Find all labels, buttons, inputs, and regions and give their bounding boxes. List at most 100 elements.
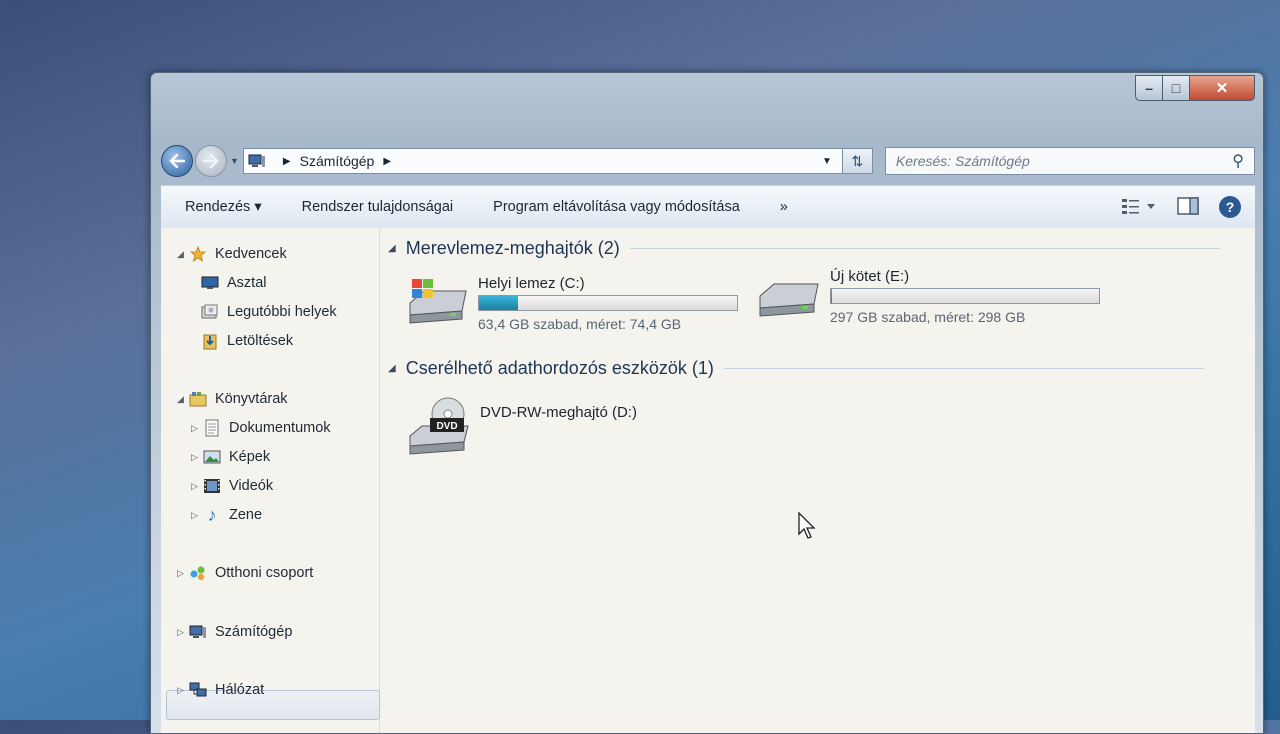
uninstall-program-button[interactable]: Program eltávolítása vagy módosítása bbox=[473, 199, 760, 215]
search-input[interactable]: Keresés: Számítógép ⚲ bbox=[884, 147, 1255, 175]
downloads-icon bbox=[201, 333, 219, 350]
nav-desktop-label: Asztal bbox=[227, 275, 267, 291]
expanded-arrow-icon[interactable]: ◢ bbox=[177, 249, 189, 260]
collapsed-arrow-icon[interactable]: ▷ bbox=[177, 627, 189, 638]
navigation-pane: ◢ Kedvencek Asztal Legutóbbi helyek Letö… bbox=[161, 228, 380, 733]
collapsed-arrow-icon[interactable]: ▷ bbox=[191, 481, 203, 492]
more-commands-button[interactable]: » bbox=[760, 199, 808, 215]
drive-usage-bar-e bbox=[830, 288, 1100, 304]
nav-libraries-label: Könyvtárak bbox=[215, 391, 288, 407]
collapsed-arrow-icon[interactable]: ▷ bbox=[191, 510, 203, 521]
group-divider bbox=[723, 368, 1204, 369]
recent-places-icon bbox=[201, 304, 219, 320]
music-note-icon: ♪ bbox=[207, 504, 217, 525]
nav-computer[interactable]: ▷ Számítógép bbox=[177, 624, 292, 640]
group-header-hdd[interactable]: ◢ Merevlemez-meghajtók (2) bbox=[388, 238, 1220, 259]
group-title-removable: Cserélhető adathordozós eszközök (1) bbox=[405, 358, 714, 378]
nav-music-label: Zene bbox=[229, 507, 263, 523]
computer-icon bbox=[189, 624, 207, 640]
refresh-button[interactable]: ⇅ bbox=[842, 148, 873, 174]
drive-usage-bar-c bbox=[478, 295, 738, 311]
film-icon bbox=[203, 478, 221, 494]
nav-recent-places[interactable]: Legutóbbi helyek bbox=[201, 304, 337, 320]
expanded-arrow-icon[interactable]: ◢ bbox=[177, 394, 189, 405]
drive-item-e[interactable]: Új kötet (E:) 297 GB szabad, méret: 298 … bbox=[756, 268, 1100, 325]
nav-homegroup-label: Otthoni csoport bbox=[215, 565, 314, 581]
nav-computer-label: Számítógép bbox=[215, 624, 293, 640]
breadcrumb-computer[interactable]: Számítógép bbox=[300, 153, 375, 169]
content-area: ◢ Kedvencek Asztal Legutóbbi helyek Letö… bbox=[161, 228, 1255, 733]
nav-network[interactable]: ▷ Hálózat bbox=[177, 682, 264, 698]
nav-videos-label: Videók bbox=[229, 478, 274, 494]
preview-pane-icon bbox=[1177, 196, 1199, 215]
dvd-drive-icon: DVD bbox=[409, 397, 469, 455]
view-options-icon bbox=[1122, 198, 1155, 214]
nav-favorites-label: Kedvencek bbox=[215, 246, 287, 262]
minimize-button[interactable]: – bbox=[1135, 75, 1163, 101]
system-properties-button[interactable]: Rendszer tulajdonságai bbox=[282, 199, 474, 215]
group-collapse-icon[interactable]: ◢ bbox=[388, 363, 396, 374]
drive-label-c: Helyi lemez (C:) bbox=[478, 275, 585, 292]
help-button[interactable]: ? bbox=[1219, 196, 1241, 218]
forward-button[interactable] bbox=[195, 145, 227, 177]
group-divider bbox=[629, 248, 1220, 249]
collapsed-arrow-icon[interactable]: ▷ bbox=[177, 568, 189, 579]
preview-pane-button[interactable] bbox=[1177, 196, 1199, 218]
close-button[interactable]: ✕ bbox=[1190, 75, 1255, 101]
dvd-badge-label: DVD bbox=[436, 421, 457, 432]
back-button[interactable] bbox=[161, 145, 193, 177]
nav-pictures-label: Képek bbox=[229, 449, 271, 465]
star-icon bbox=[189, 246, 207, 262]
nav-documents[interactable]: ▷ Dokumentumok bbox=[191, 419, 331, 437]
navigation-bar: ▼ ▶ Számítógép ▶ ▼ ⇅ Keresés: Számítógép… bbox=[161, 143, 1255, 179]
maximize-button[interactable]: □ bbox=[1163, 75, 1190, 101]
drive-item-c[interactable]: Helyi lemez (C:) 63,4 GB szabad, méret: … bbox=[406, 275, 738, 332]
hard-drive-icon bbox=[759, 283, 819, 317]
nav-pictures[interactable]: ▷ Képek bbox=[191, 449, 270, 465]
network-icon bbox=[189, 682, 207, 698]
forward-arrow-icon bbox=[203, 154, 219, 168]
file-list: ◢ Merevlemez-meghajtók (2) Helyi lemez (… bbox=[380, 228, 1255, 733]
recent-pages-dropdown[interactable]: ▼ bbox=[230, 156, 239, 166]
refresh-icon: ⇅ bbox=[851, 152, 864, 169]
search-placeholder: Keresés: Számítógép bbox=[895, 153, 1030, 169]
nav-music[interactable]: ▷ ♪ Zene bbox=[191, 504, 263, 525]
nav-network-label: Hálózat bbox=[215, 682, 265, 698]
nav-videos[interactable]: ▷ Videók bbox=[191, 478, 273, 494]
breadcrumb-separator[interactable]: ▶ bbox=[383, 156, 391, 167]
explorer-window: – □ ✕ ▼ ▶ Számítógép ▶ ▼ ⇅ Keresés: Szám… bbox=[150, 72, 1264, 734]
windows-hard-drive-icon bbox=[409, 279, 467, 324]
group-header-removable[interactable]: ◢ Cserélhető adathordozós eszközök (1) bbox=[388, 358, 1204, 379]
collapsed-arrow-icon[interactable]: ▷ bbox=[191, 452, 203, 463]
nav-homegroup[interactable]: ▷ Otthoni csoport bbox=[177, 565, 313, 581]
desktop-icon bbox=[201, 275, 219, 291]
document-icon bbox=[203, 419, 221, 437]
drive-usage-fill-e bbox=[831, 289, 832, 303]
drive-usage-fill-c bbox=[479, 296, 518, 310]
picture-icon bbox=[203, 449, 221, 465]
nav-libraries[interactable]: ◢ Könyvtárak bbox=[177, 391, 288, 407]
drive-item-d[interactable]: DVD DVD-RW-meghajtó (D:) bbox=[406, 394, 637, 456]
back-arrow-icon bbox=[169, 154, 185, 168]
nav-documents-label: Dokumentumok bbox=[229, 420, 331, 436]
drive-label-d: DVD-RW-meghajtó (D:) bbox=[480, 404, 637, 421]
collapsed-arrow-icon[interactable]: ▷ bbox=[191, 423, 203, 434]
group-collapse-icon[interactable]: ◢ bbox=[388, 243, 396, 254]
drive-space-info-c: 63,4 GB szabad, méret: 74,4 GB bbox=[478, 316, 682, 332]
magnifier-icon[interactable]: ⚲ bbox=[1232, 151, 1244, 171]
group-title-hdd: Merevlemez-meghajtók (2) bbox=[405, 238, 620, 258]
address-dropdown[interactable]: ▼ bbox=[822, 156, 838, 167]
nav-downloads[interactable]: Letöltések bbox=[201, 333, 294, 350]
nav-favorites[interactable]: ◢ Kedvencek bbox=[177, 246, 287, 262]
nav-desktop[interactable]: Asztal bbox=[201, 275, 267, 291]
change-view-button[interactable] bbox=[1121, 197, 1157, 218]
address-bar[interactable]: ▶ Számítógép ▶ ▼ bbox=[242, 148, 843, 174]
libraries-icon bbox=[189, 391, 207, 407]
nav-recent-label: Legutóbbi helyek bbox=[227, 304, 337, 320]
breadcrumb-separator[interactable]: ▶ bbox=[283, 156, 291, 167]
organize-button[interactable]: Rendezés ▾ bbox=[161, 199, 282, 215]
command-bar: Rendezés ▾ Rendszer tulajdonságai Progra… bbox=[161, 185, 1255, 229]
collapsed-arrow-icon[interactable]: ▷ bbox=[177, 685, 189, 696]
drive-space-info-e: 297 GB szabad, méret: 298 GB bbox=[830, 309, 1026, 325]
nav-downloads-label: Letöltések bbox=[227, 333, 294, 349]
